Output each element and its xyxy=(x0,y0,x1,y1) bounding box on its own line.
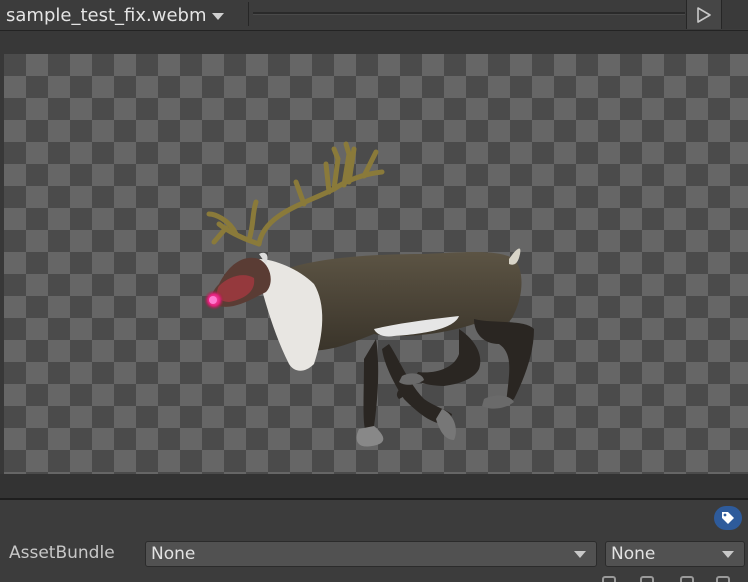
chevron-down-icon xyxy=(722,551,734,558)
preview-header: sample_test_fix.webm xyxy=(0,0,748,31)
clip-title: sample_test_fix.webm xyxy=(6,4,207,26)
assetbundle-name-value: None xyxy=(151,544,196,564)
chevron-down-icon xyxy=(574,551,586,558)
label-tag-button[interactable] xyxy=(714,506,742,530)
bottom-toolbar xyxy=(598,574,748,582)
assetbundle-name-select[interactable]: None xyxy=(145,541,597,567)
video-preview xyxy=(4,54,748,474)
tag-icon xyxy=(722,512,734,524)
chevron-down-icon xyxy=(212,12,225,20)
preview-footer xyxy=(0,474,748,498)
assetbundle-variant-select[interactable]: None xyxy=(605,541,745,567)
toolbar-icon[interactable] xyxy=(716,576,730,582)
play-icon xyxy=(697,6,711,23)
timeline-rail xyxy=(253,12,685,15)
toolbar-icon[interactable] xyxy=(640,576,654,582)
toolbar-icon[interactable] xyxy=(680,576,694,582)
reindeer-image xyxy=(204,141,534,447)
assetbundle-variant-value: None xyxy=(611,544,656,564)
video-clip-inspector: sample_test_fix.webm AssetBundle None No… xyxy=(0,0,748,582)
clip-selector-dropdown[interactable]: sample_test_fix.webm xyxy=(6,2,225,28)
playback-timeline[interactable] xyxy=(248,2,685,26)
toolbar-icon[interactable] xyxy=(602,576,616,582)
header-spacer xyxy=(722,0,748,29)
play-button[interactable] xyxy=(686,0,722,29)
assetbundle-label: AssetBundle xyxy=(9,543,115,563)
